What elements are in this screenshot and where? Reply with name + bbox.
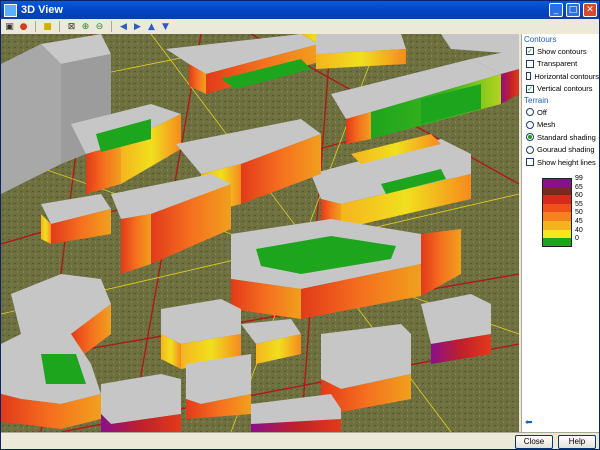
radio-dot [528, 135, 532, 140]
checkbox-unchecked[interactable] [526, 72, 532, 81]
legend-row: 55 [542, 200, 597, 213]
legend-swatch [542, 220, 572, 230]
toolbar-separator [59, 21, 60, 32]
toolbar-separator [111, 21, 112, 32]
transparent-label: Transparent [537, 59, 578, 69]
legend-row: 99 [542, 175, 597, 187]
legend-swatch [542, 229, 572, 239]
options-panel: Contours ✓ Show contours Transparent Hori… [521, 34, 599, 432]
legend-row: 45 [542, 217, 597, 230]
title-bar: 3D View _ □ ✕ [1, 1, 599, 19]
legend-value: 55 [575, 200, 583, 208]
legend-swatch [542, 212, 572, 221]
vertical-contours-label: Vertical contours [537, 84, 593, 94]
standard-shading-radio[interactable]: Standard shading [522, 131, 599, 144]
help-button[interactable]: Help [558, 435, 596, 449]
legend-row: 65 [542, 183, 597, 196]
toolbar: ▣ ● ■ ⊠ ⊕ ⊖ ◀ ▶ ▲ ▼ [1, 19, 521, 34]
palette-icon[interactable]: ● [18, 21, 29, 32]
maximize-button[interactable]: □ [566, 3, 580, 17]
horizontal-contours-checkbox[interactable]: Horizontal contours [522, 70, 599, 83]
window-title: 3D View [21, 4, 63, 16]
legend-row: 50 [542, 209, 597, 221]
fit-view-icon[interactable]: ⊠ [66, 21, 77, 32]
show-height-lines-label: Show height lines [537, 157, 596, 167]
terrain-group-label: Terrain [524, 96, 549, 105]
radio-unselected[interactable] [526, 120, 534, 129]
3d-city-scene [1, 34, 519, 432]
checkbox-unchecked[interactable] [526, 158, 534, 167]
legend-swatch [542, 203, 572, 213]
transparent-checkbox[interactable]: Transparent [522, 58, 599, 71]
terrain-mesh-label: Mesh [537, 120, 556, 130]
terrain-mesh-radio[interactable]: Mesh [522, 119, 599, 132]
contours-group-label: Contours [524, 35, 557, 44]
legend-value: 0 [575, 235, 579, 243]
legend-swatch [542, 178, 572, 187]
standard-shading-label: Standard shading [537, 132, 596, 142]
legend-value: 45 [575, 217, 583, 225]
terrain-off-radio[interactable]: Off [522, 106, 599, 119]
toolbar-separator [35, 21, 36, 32]
arrow-up-icon[interactable]: ▲ [146, 21, 157, 32]
legend-value: 65 [575, 183, 583, 191]
color-legend: 99 65 60 55 50 45 40 0 [542, 175, 597, 247]
checkbox-checked[interactable]: ✓ [526, 84, 534, 93]
app-icon [4, 3, 17, 17]
legend-value: 99 [575, 175, 583, 182]
zoom-out-icon[interactable]: ⊖ [94, 21, 105, 32]
legend-value: 60 [575, 192, 583, 200]
checkbox-unchecked[interactable] [526, 59, 534, 68]
legend-row: 40 [542, 226, 597, 239]
show-contours-checkbox[interactable]: ✓ Show contours [522, 45, 599, 58]
light-icon[interactable]: ■ [42, 21, 53, 32]
radio-selected[interactable] [526, 133, 534, 142]
frame-icon[interactable]: ▣ [4, 21, 15, 32]
gouraud-shading-radio[interactable]: Gouraud shading [522, 144, 599, 157]
gouraud-shading-label: Gouraud shading [537, 145, 595, 155]
zoom-in-icon[interactable]: ⊕ [80, 21, 91, 32]
legend-row: 0 [542, 235, 597, 247]
close-button[interactable]: Close [515, 435, 553, 449]
close-window-button[interactable]: ✕ [583, 3, 597, 17]
show-contours-label: Show contours [537, 46, 587, 56]
horizontal-contours-label: Horizontal contours [534, 71, 599, 81]
checkbox-checked[interactable]: ✓ [526, 47, 534, 56]
radio-unselected[interactable] [526, 108, 534, 117]
legend-swatch [542, 186, 572, 196]
minimize-button[interactable]: _ [549, 3, 563, 17]
arrow-right-icon[interactable]: ▶ [132, 21, 143, 32]
bottom-bar: Close Help [1, 432, 599, 449]
legend-swatch [542, 195, 572, 204]
radio-unselected[interactable] [526, 145, 534, 154]
arrow-left-icon[interactable]: ◀ [118, 21, 129, 32]
vertical-contours-checkbox[interactable]: ✓ Vertical contours [522, 83, 599, 96]
3d-view-window: 3D View _ □ ✕ ▣ ● ■ ⊠ ⊕ ⊖ ◀ ▶ ▲ ▼ Contou… [0, 0, 600, 450]
show-height-lines-checkbox[interactable]: Show height lines [522, 156, 599, 169]
legend-row: 60 [542, 192, 597, 204]
arrow-down-icon[interactable]: ▼ [160, 21, 171, 32]
collapse-arrow-icon[interactable]: ⬅ [525, 418, 533, 428]
terrain-off-label: Off [537, 107, 547, 117]
legend-value: 50 [575, 209, 583, 217]
legend-swatch [542, 238, 572, 247]
3d-viewport[interactable] [1, 34, 519, 432]
legend-value: 40 [575, 226, 583, 234]
